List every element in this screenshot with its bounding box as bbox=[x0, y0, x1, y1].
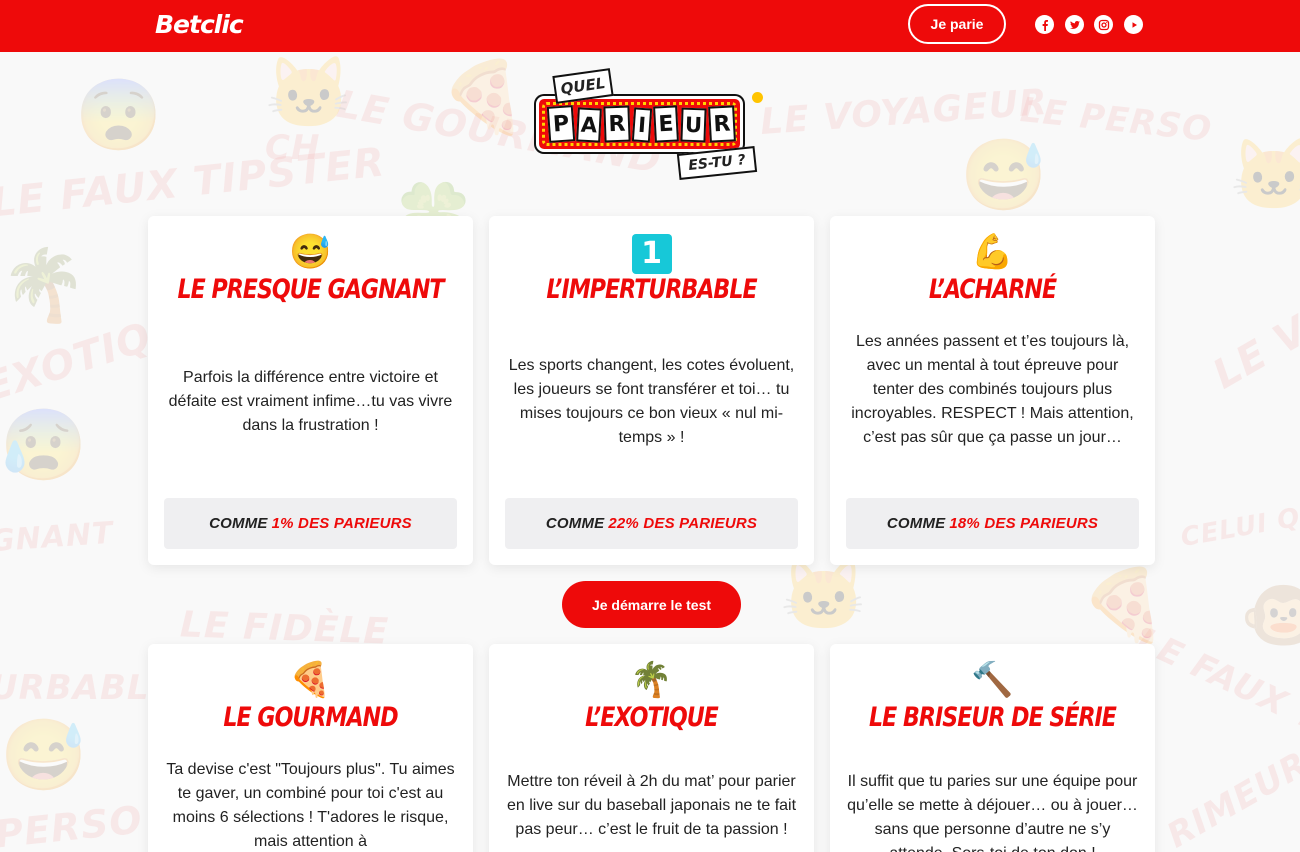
card-description: Les années passent et t’es toujours là, … bbox=[851, 333, 1134, 446]
top-navbar: Betclic Je parie bbox=[0, 0, 1300, 52]
quiz-logo-tile: R bbox=[708, 105, 736, 143]
quiz-logo-tile: P bbox=[546, 105, 576, 143]
profile-card: 💪 L’ACHARNÉ Les années passent et t’es t… bbox=[830, 216, 1155, 565]
card-title: L’ACHARNÉ bbox=[928, 274, 1057, 305]
quiz-logo-tile: U bbox=[680, 107, 707, 143]
stat-prefix: COMME bbox=[886, 515, 946, 532]
bulb-icon bbox=[752, 92, 763, 103]
card-description: Parfois la différence entre victoire et … bbox=[168, 369, 453, 434]
bet-button[interactable]: Je parie bbox=[908, 4, 1006, 44]
card-description: Il suffit que tu paries sur une équipe p… bbox=[847, 773, 1138, 852]
betclic-logo[interactable]: Betclic bbox=[155, 10, 244, 39]
quiz-logo-tile: A bbox=[576, 107, 602, 143]
card-title: LE PRESQUE GAGNANT bbox=[177, 274, 445, 305]
profile-card: 😅 LE PRESQUE GAGNANT Parfois la différen… bbox=[148, 216, 473, 565]
quiz-logo-tile: E bbox=[653, 105, 679, 143]
card-description: Mettre ton réveil à 2h du mat’ pour pari… bbox=[506, 773, 797, 838]
flexed-biceps-icon: 💪 bbox=[971, 233, 1014, 271]
card-title: LE BRISEUR DE SÉRIE bbox=[869, 702, 1117, 733]
palm-tree-icon: 🌴 bbox=[630, 661, 673, 699]
profile-card: 🔨 LE BRISEUR DE SÉRIE Il suffit que tu p… bbox=[830, 644, 1155, 852]
profile-card: 🍕 LE GOURMAND Ta devise c'est "Toujours … bbox=[148, 644, 473, 852]
card-title: LE GOURMAND bbox=[223, 702, 398, 733]
twitter-icon[interactable] bbox=[1065, 15, 1084, 34]
profile-card: 1 L’IMPERTURBABLE Les sports changent, l… bbox=[489, 216, 814, 565]
start-test-button[interactable]: Je démarre le test bbox=[562, 581, 741, 628]
card-stat: COMME 18% DES PARIEURS bbox=[846, 498, 1139, 549]
stat-prefix: COMME bbox=[209, 515, 268, 532]
stat-value: 18% DES PARIEURS bbox=[949, 515, 1099, 532]
card-stat: COMME 1% DES PARIEURS bbox=[164, 498, 457, 549]
facebook-icon[interactable] bbox=[1035, 15, 1054, 34]
sweat-smile-icon: 😅 bbox=[289, 233, 332, 271]
hammer-icon: 🔨 bbox=[971, 661, 1014, 699]
number-one-badge: 1 bbox=[631, 234, 672, 274]
card-title: L’IMPERTURBABLE bbox=[546, 274, 757, 305]
youtube-icon[interactable] bbox=[1124, 15, 1143, 34]
pizza-icon: 🍕 bbox=[289, 661, 332, 699]
quiz-logo: QUEL P A R I E U R ES-TU ? bbox=[530, 68, 770, 183]
card-description: Ta devise c'est "Toujours plus". Tu aime… bbox=[166, 761, 455, 850]
instagram-icon[interactable] bbox=[1094, 15, 1113, 34]
card-description: Les sports changent, les cotes évoluent,… bbox=[508, 357, 795, 446]
number-one-icon: 1 bbox=[489, 232, 814, 274]
stat-value: 1% DES PARIEURS bbox=[271, 515, 412, 532]
quiz-logo-tile: R bbox=[603, 105, 631, 143]
stat-prefix: COMME bbox=[545, 515, 605, 532]
quiz-logo-tile: I bbox=[631, 107, 653, 143]
card-stat: COMME 22% DES PARIEURS bbox=[505, 498, 798, 549]
profile-card: 🌴 L’EXOTIQUE Mettre ton réveil à 2h du m… bbox=[489, 644, 814, 852]
stat-value: 22% DES PARIEURS bbox=[608, 515, 758, 532]
card-title: L’EXOTIQUE bbox=[585, 702, 719, 733]
